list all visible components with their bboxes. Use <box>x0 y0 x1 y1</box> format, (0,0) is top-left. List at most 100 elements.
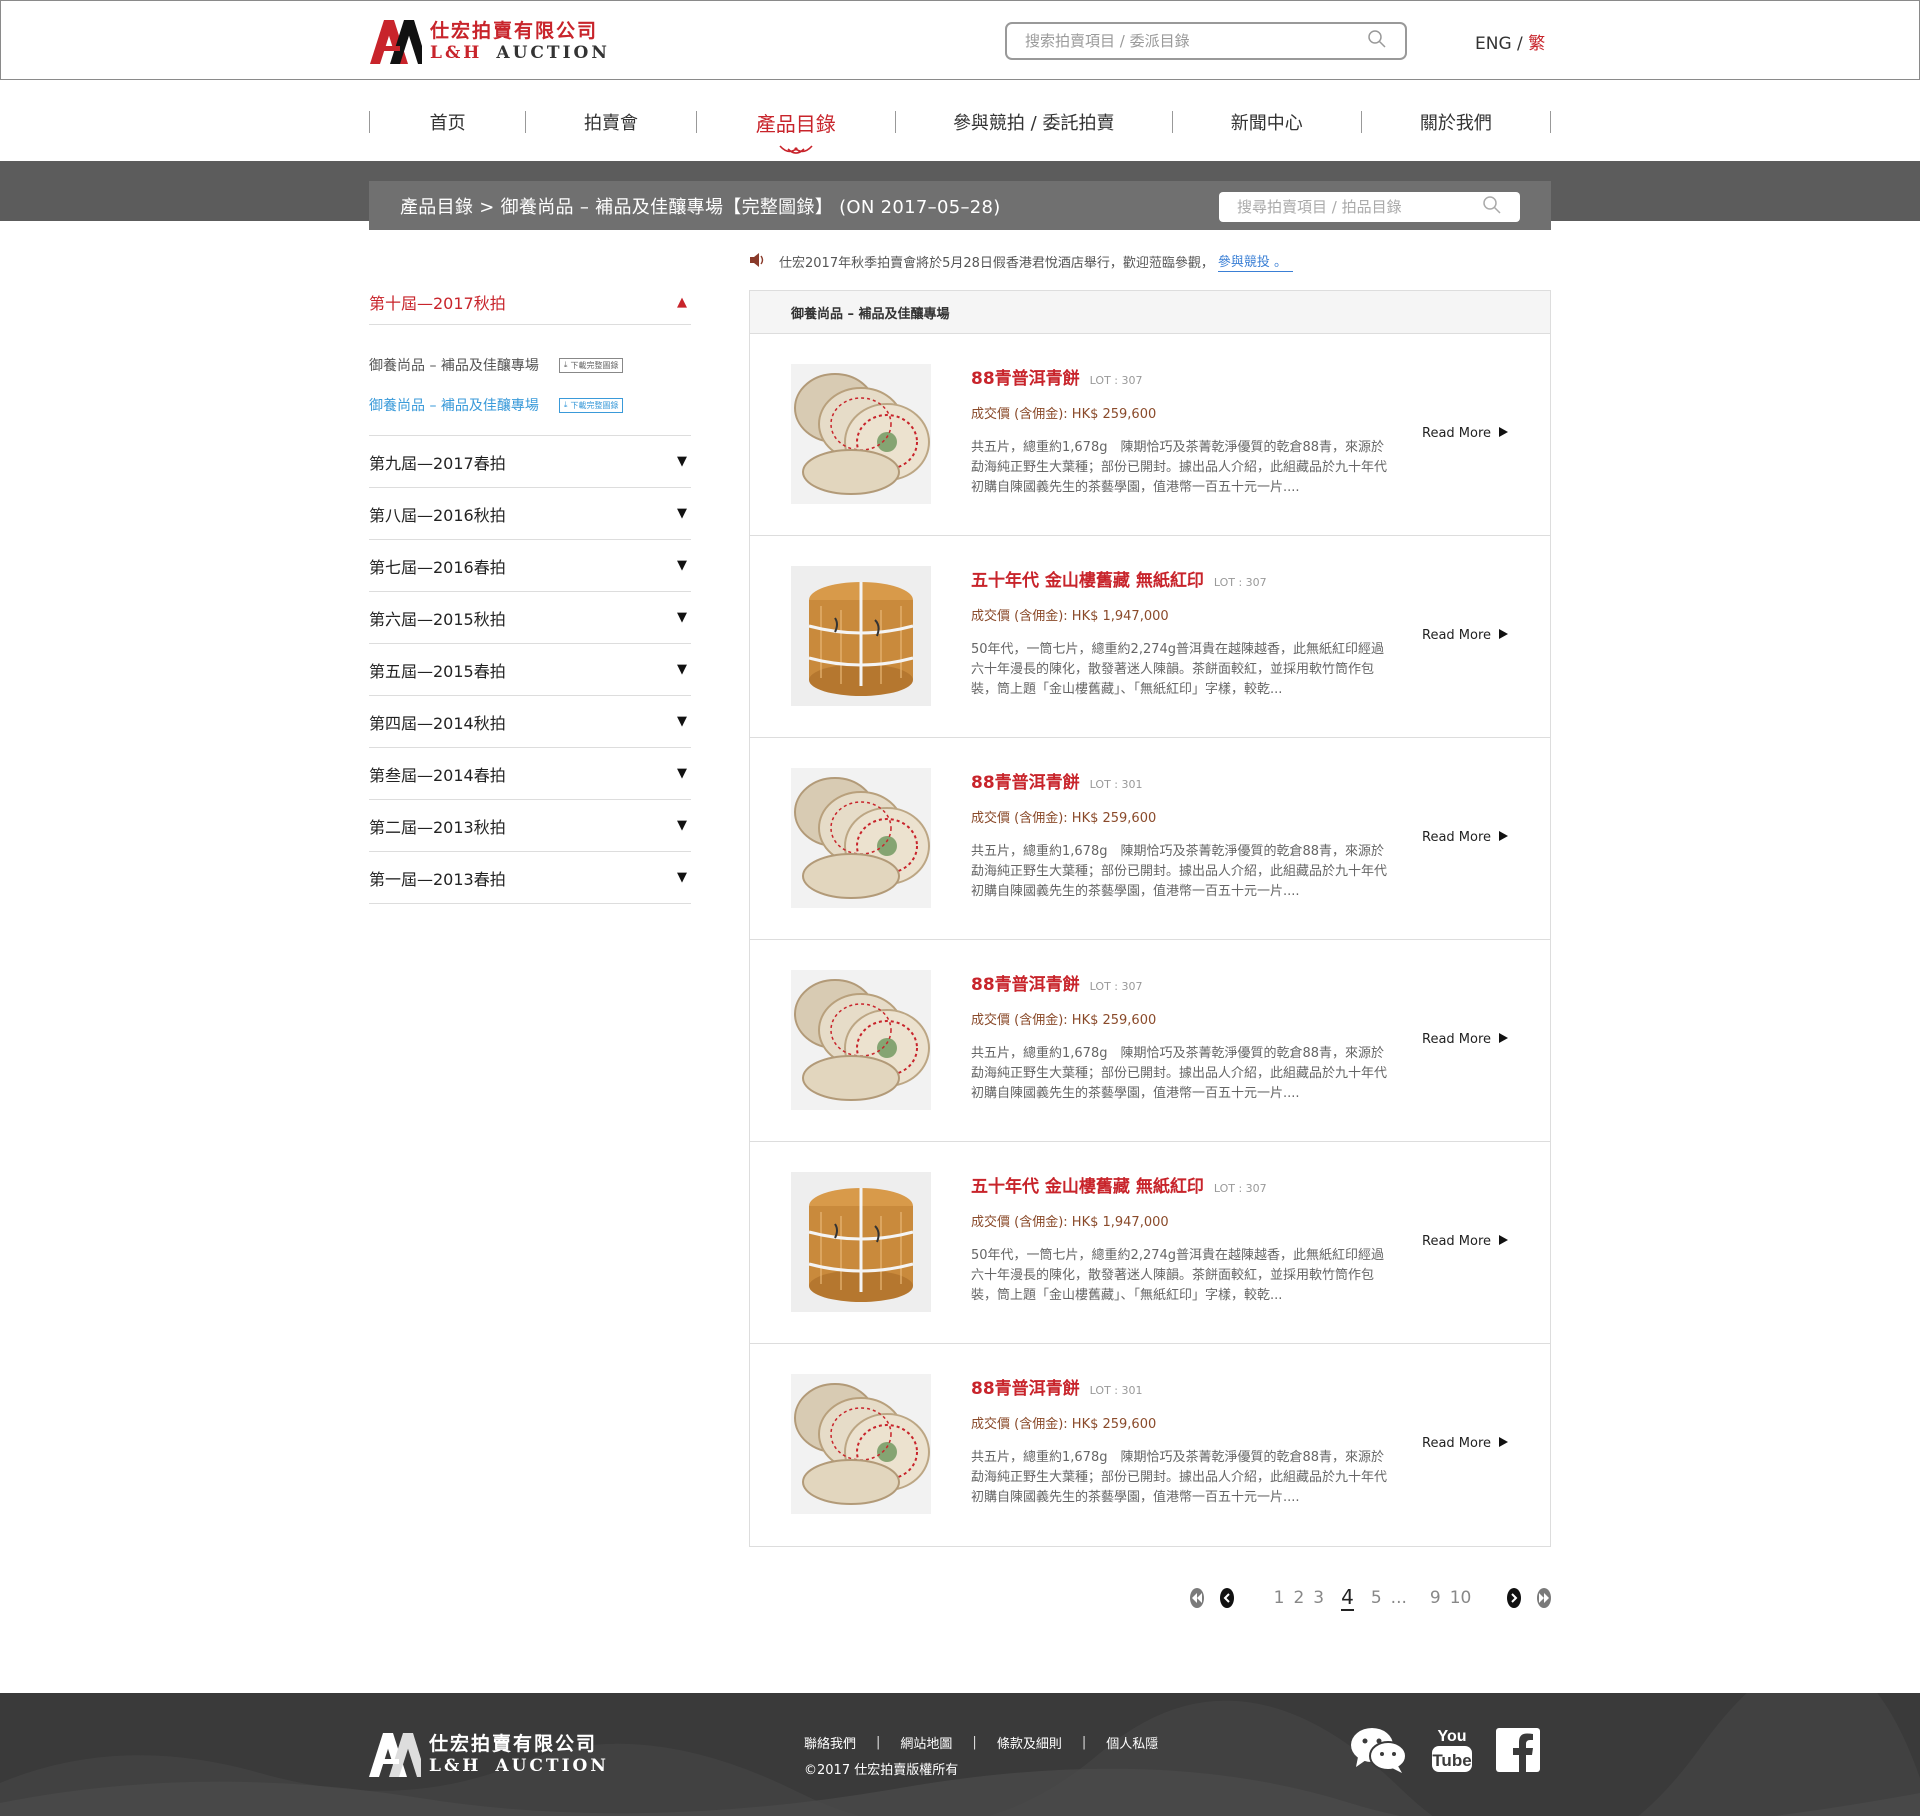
sidebar-section[interactable]: 第一屆—2013春拍 ▼ <box>369 852 691 904</box>
search-icon[interactable] <box>1482 195 1502 219</box>
bid-link[interactable]: 參與競投 。 <box>1217 251 1294 272</box>
nav-item-home[interactable]: 首页 <box>370 109 525 135</box>
facebook-icon[interactable] <box>1496 1728 1540 1776</box>
first-page-icon <box>1191 1593 1202 1603</box>
nav-item-auctions[interactable]: 拍賣會 <box>526 109 695 135</box>
nav-item-bid-consign[interactable]: 參與競拍 / 委託拍賣 <box>896 109 1172 135</box>
sidebar-subitem[interactable]: 御養尚品 – 補品及佳釀專場 ⤓ 下載完整圖錄 <box>369 345 691 385</box>
nav-item-news[interactable]: 新聞中心 <box>1173 109 1361 135</box>
search-icon[interactable] <box>1367 29 1387 53</box>
page-number[interactable]: 2 <box>1293 1588 1304 1608</box>
breadcrumb: 產品目錄 > 御養尚品 – 補品及佳釀專場【完整圖錄】 (ON 2017–05–… <box>400 196 1001 218</box>
sidebar-section-label: 第十屆—2017秋拍 <box>369 294 506 313</box>
sidebar-section[interactable]: 第四屆—2014秋拍 ▼ <box>369 696 691 748</box>
lot-item[interactable]: 五十年代 金山樓舊藏 無紙紅印 LOT : 307 成交價 (含佣金): HK$… <box>750 1142 1550 1344</box>
page-number[interactable]: 9 <box>1430 1588 1441 1608</box>
lang-english[interactable]: ENG <box>1475 34 1512 54</box>
footer-logo-name-en-prefix: L&H <box>429 1756 482 1776</box>
lot-title[interactable]: 五十年代 金山樓舊藏 無紙紅印 <box>971 1172 1204 1197</box>
lot-title[interactable]: 88青普洱青餅 <box>971 364 1080 389</box>
sidebar-section[interactable]: 第叁屆—2014春拍 ▼ <box>369 748 691 800</box>
catalogue-search-input[interactable] <box>1237 198 1482 216</box>
sidebar-section[interactable]: 第二屆—2013秋拍 ▼ <box>369 800 691 852</box>
lot-thumbnail[interactable] <box>791 1374 931 1514</box>
read-more-button[interactable]: Read More <box>1422 1436 1509 1451</box>
triangle-up-icon: ▲ <box>677 294 687 310</box>
last-page-button[interactable] <box>1537 1588 1551 1608</box>
lot-item[interactable]: 88青普洱青餅 LOT : 301 成交價 (含佣金): HK$ 259,600… <box>750 1344 1550 1546</box>
page-numbers: 1 2 3 4 5 ... 9 10 <box>1274 1585 1472 1611</box>
auction-sidebar: 第十屆—2017秋拍 ▲ 御養尚品 – 補品及佳釀專場 ⤓ 下載完整圖錄 御養尚品… <box>369 280 691 904</box>
lot-thumbnail[interactable] <box>791 566 931 706</box>
page-number[interactable]: 5 <box>1371 1588 1382 1608</box>
page-number[interactable]: 1 <box>1274 1588 1285 1608</box>
announcement-text: 仕宏2017年秋季拍賣會將於5月28日假香港君悅酒店舉行，歡迎蒞臨參觀， <box>779 256 1214 271</box>
main-nav: 首页 拍賣會 產品目錄 參與競拍 / 委託拍賣 新聞中心 關於我們 <box>369 96 1552 154</box>
sidebar-section[interactable]: 第九屆—2017春拍 ▼ <box>369 436 691 488</box>
footer-link-contact[interactable]: 聯絡我們 <box>804 1733 856 1752</box>
wechat-icon[interactable] <box>1350 1727 1408 1777</box>
lot-thumbnail[interactable] <box>791 970 931 1110</box>
chevron-left-icon <box>1223 1593 1230 1603</box>
lot-thumbnail[interactable] <box>791 364 931 504</box>
lot-title[interactable]: 五十年代 金山樓舊藏 無紙紅印 <box>971 566 1204 591</box>
lot-item[interactable]: 88青普洱青餅 LOT : 307 成交價 (含佣金): HK$ 259,600… <box>750 940 1550 1142</box>
footer-logo[interactable]: 仕宏拍賣有限公司 L&H AUCTION <box>369 1733 609 1777</box>
catalogue-search-box <box>1219 192 1520 222</box>
lot-title[interactable]: 88青普洱青餅 <box>971 970 1080 995</box>
page-number[interactable]: 3 <box>1313 1588 1324 1608</box>
download-catalogue-button[interactable]: ⤓ 下載完整圖錄 <box>558 397 624 413</box>
page-number-current[interactable]: 4 <box>1341 1585 1354 1611</box>
nav-item-about[interactable]: 關於我們 <box>1362 109 1550 135</box>
sidebar-subitem-selected[interactable]: 御養尚品 – 補品及佳釀專場 ⤓ 下載完整圖錄 <box>369 385 691 425</box>
lot-title[interactable]: 88青普洱青餅 <box>971 1374 1080 1399</box>
lot-thumbnail[interactable] <box>791 1172 931 1312</box>
active-ornament-icon <box>778 138 814 162</box>
lang-traditional-chinese[interactable]: 繁 <box>1528 34 1545 54</box>
site-logo[interactable]: 仕宏拍賣有限公司 L&H AUCTION <box>370 19 610 65</box>
sidebar-section[interactable]: 第八屆—2016秋拍 ▼ <box>369 488 691 540</box>
read-more-button[interactable]: Read More <box>1422 1032 1509 1047</box>
read-more-button[interactable]: Read More <box>1422 1234 1509 1249</box>
lot-price: 成交價 (含佣金): HK$ 259,600 <box>971 407 1157 422</box>
footer-link-sitemap[interactable]: 網站地圖 <box>900 1733 952 1752</box>
lot-price: 成交價 (含佣金): HK$ 259,600 <box>971 1417 1157 1432</box>
lot-item[interactable]: 五十年代 金山樓舊藏 無紙紅印 LOT : 307 成交價 (含佣金): HK$… <box>750 536 1550 738</box>
header-search-input[interactable] <box>1025 32 1367 50</box>
lot-title[interactable]: 88青普洱青餅 <box>971 768 1080 793</box>
page-number[interactable]: 10 <box>1450 1588 1472 1608</box>
youtube-icon[interactable]: You Tube <box>1432 1726 1472 1778</box>
sidebar-section[interactable]: 第六屆—2015秋拍 ▼ <box>369 592 691 644</box>
nav-item-catalogue-label: 產品目錄 <box>755 111 836 136</box>
sidebar-sublist: 御養尚品 – 補品及佳釀專場 ⤓ 下載完整圖錄 御養尚品 – 補品及佳釀專場 ⤓ 下… <box>369 325 691 436</box>
lot-item[interactable]: 88青普洱青餅 LOT : 307 成交價 (含佣金): HK$ 259,600… <box>750 334 1550 536</box>
next-page-button[interactable] <box>1507 1588 1522 1608</box>
lot-info: 88青普洱青餅 LOT : 301 成交價 (含佣金): HK$ 259,600… <box>971 768 1391 902</box>
lot-price: 成交價 (含佣金): HK$ 1,947,000 <box>971 1215 1169 1230</box>
footer-link-privacy[interactable]: 個人私隱 <box>1106 1733 1158 1752</box>
read-more-button[interactable]: Read More <box>1422 830 1509 845</box>
page-ellipsis: ... <box>1390 1588 1407 1608</box>
lot-info: 五十年代 金山樓舊藏 無紙紅印 LOT : 307 成交價 (含佣金): HK$… <box>971 566 1391 700</box>
page-banner: 產品目錄 > 御養尚品 – 補品及佳釀專場【完整圖錄】 (ON 2017–05–… <box>369 181 1551 230</box>
read-more-button[interactable]: Read More <box>1422 426 1509 441</box>
sidebar-section[interactable]: 第七屆—2016春拍 ▼ <box>369 540 691 592</box>
lot-number: LOT : 301 <box>1089 1384 1143 1397</box>
play-right-icon <box>1499 1032 1509 1047</box>
sidebar-section-label: 第七屆—2016春拍 <box>369 557 506 577</box>
read-more-button[interactable]: Read More <box>1422 628 1509 643</box>
download-catalogue-button[interactable]: ⤓ 下載完整圖錄 <box>558 357 624 373</box>
lot-item[interactable]: 88青普洱青餅 LOT : 301 成交價 (含佣金): HK$ 259,600… <box>750 738 1550 940</box>
footer-link-terms[interactable]: 條款及細則 <box>997 1733 1062 1752</box>
download-icon: ⤓ <box>563 360 568 369</box>
lot-info: 88青普洱青餅 LOT : 307 成交價 (含佣金): HK$ 259,600… <box>971 364 1391 498</box>
youtube-bottom-text: Tube <box>1432 1751 1471 1770</box>
first-page-button[interactable] <box>1190 1588 1204 1608</box>
sidebar-section[interactable]: 第五屆—2015春拍 ▼ <box>369 644 691 696</box>
triangle-down-icon: ▼ <box>677 610 687 625</box>
sidebar-section-label: 第九屆—2017春拍 <box>369 453 506 473</box>
sidebar-section-open[interactable]: 第十屆—2017秋拍 ▲ <box>369 280 691 325</box>
nav-item-catalogue[interactable]: 產品目錄 <box>697 108 895 154</box>
lot-thumbnail[interactable] <box>791 768 931 908</box>
prev-page-button[interactable] <box>1219 1588 1234 1608</box>
